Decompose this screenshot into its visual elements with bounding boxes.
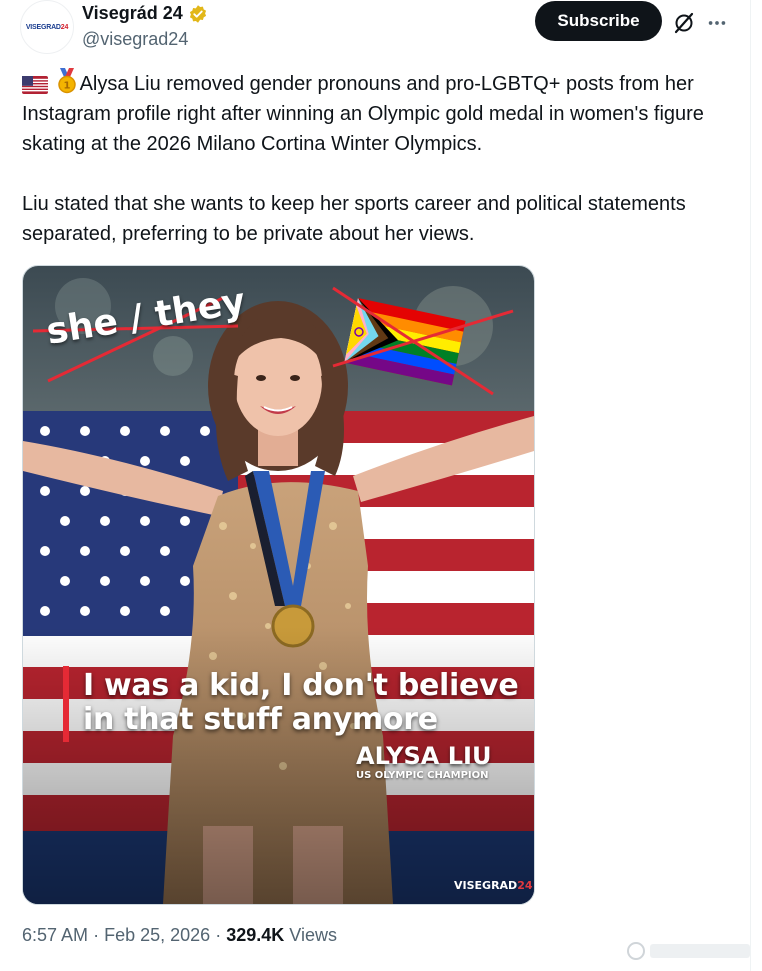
image-watermark: VISEGRAD24: [454, 879, 533, 892]
corner-watermark-icon: [627, 942, 750, 960]
meta-separator: ·: [215, 925, 222, 945]
tweet-paragraph-2: Liu stated that she wants to keep her sp…: [22, 193, 686, 245]
attribution-title: US OLYMPIC CHAMPION: [356, 770, 489, 781]
tweet-card: VISEGRAD24 Visegrád 24 @visegrad24 Subsc…: [0, 0, 751, 971]
views-count[interactable]: 329.4K: [226, 925, 284, 945]
attribution-name: ALYSA LIU: [356, 742, 492, 770]
tweet-text: 1 Alysa Liu removed gender pronouns and …: [22, 68, 734, 249]
quote-line-2: in that stuff anymore: [83, 702, 438, 737]
views-label: Views: [289, 925, 337, 945]
subscribe-button[interactable]: Subscribe: [535, 1, 662, 41]
svg-text:1: 1: [63, 81, 70, 92]
tweet-image-illustration: [23, 266, 534, 904]
verified-badge-icon: [189, 4, 206, 23]
gold-medal-emoji-icon: 1: [57, 68, 76, 94]
tweet-image[interactable]: she / they I was a kid, I don't believe …: [22, 265, 535, 905]
tweet-paragraph-1: 1 Alysa Liu removed gender pronouns and …: [22, 68, 734, 159]
tweet-meta: 6:57 AM · Feb 25, 2026 · 329.4K Views: [22, 925, 337, 946]
author-handle[interactable]: @visegrad24: [82, 29, 188, 50]
quote-line-1: I was a kid, I don't believe: [83, 668, 519, 703]
avatar-logo: VISEGRAD24: [25, 23, 69, 31]
more-icon[interactable]: [706, 12, 728, 34]
meta-separator: ·: [93, 925, 100, 945]
tweet-date[interactable]: Feb 25, 2026: [104, 925, 210, 945]
tweet-time[interactable]: 6:57 AM: [22, 925, 88, 945]
author-name-row: Visegrád 24: [82, 3, 208, 24]
avatar[interactable]: VISEGRAD24: [20, 0, 74, 54]
us-flag-emoji-icon: [22, 76, 48, 94]
author-display-name[interactable]: Visegrád 24: [82, 3, 183, 24]
grok-icon[interactable]: [672, 11, 696, 35]
